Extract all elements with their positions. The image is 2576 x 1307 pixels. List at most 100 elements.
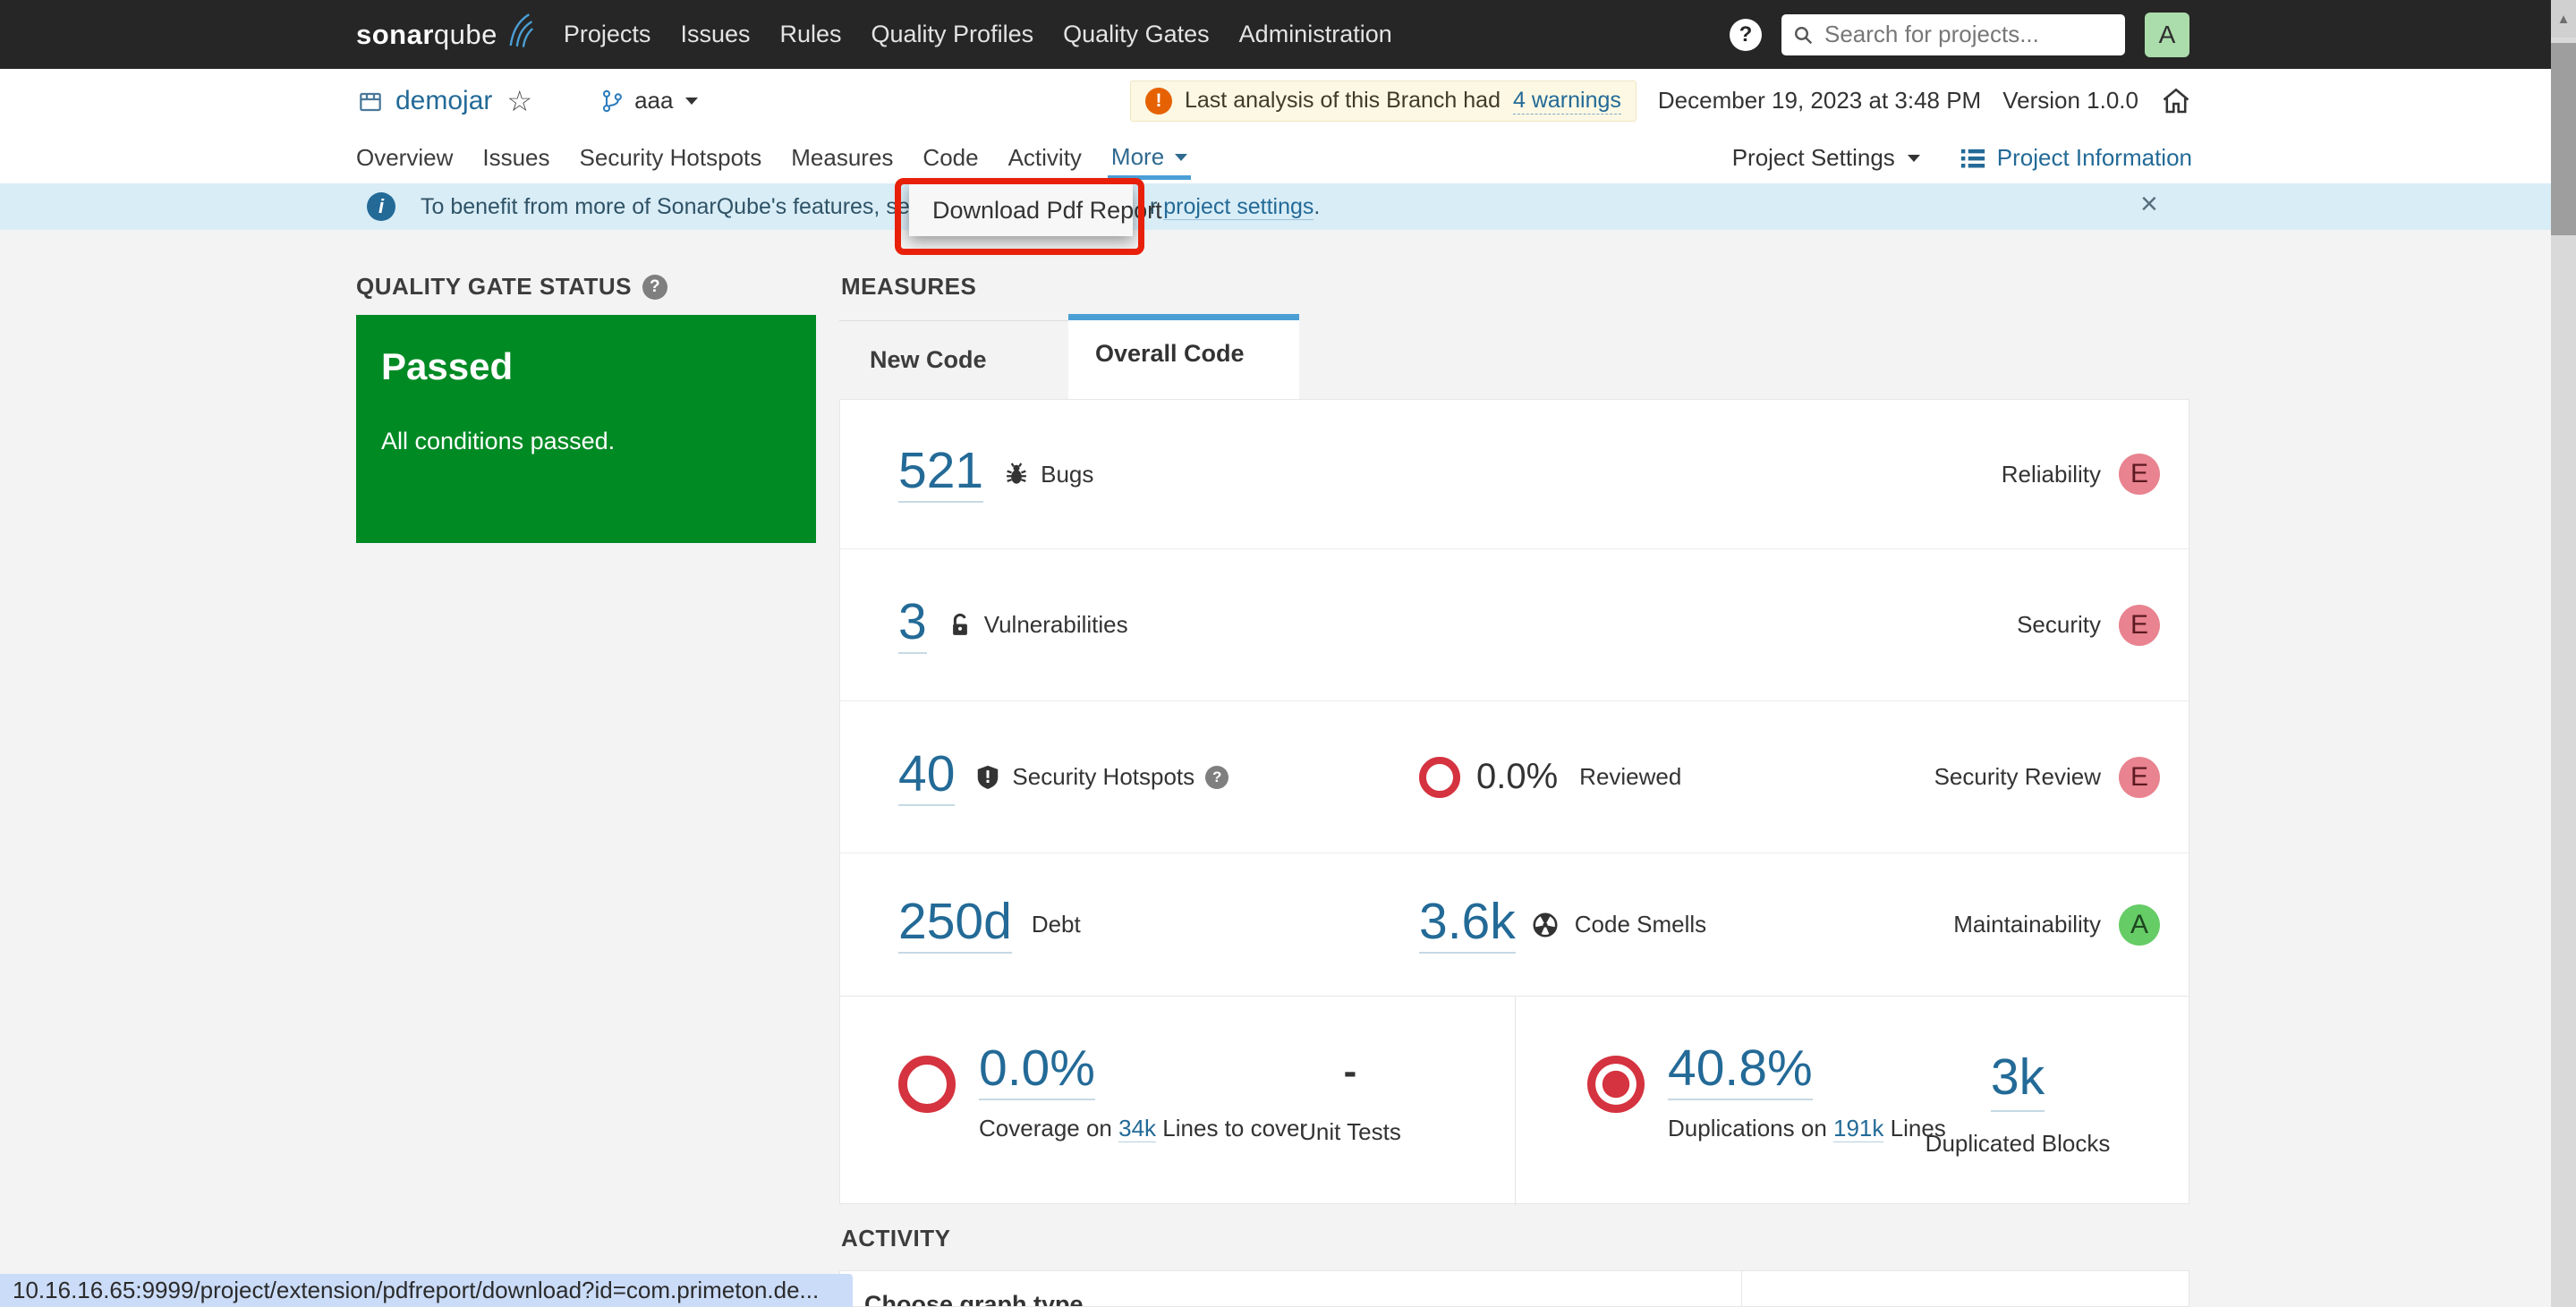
maintainability-row: 250d Debt 3.6k Code Smells Maintainabili… xyxy=(840,853,2189,996)
project-name-link[interactable]: demojar xyxy=(395,86,492,116)
hotspots-label: Security Hotspots xyxy=(1012,763,1195,790)
measures-heading: MEASURES xyxy=(841,273,976,301)
favorite-star-icon[interactable]: ☆ xyxy=(506,87,532,115)
scrollbar-up-button[interactable]: ▲ xyxy=(2551,0,2576,38)
graph-type-label: Choose graph type xyxy=(864,1291,1084,1307)
code-smells-count-link[interactable]: 3.6k xyxy=(1419,895,1516,954)
project-icon xyxy=(356,87,385,115)
tab-code[interactable]: Code xyxy=(922,144,978,172)
tab-overview[interactable]: Overview xyxy=(356,144,453,172)
duplications-caption-before: Duplications on xyxy=(1668,1115,1827,1142)
banner-text-end: r project settings. xyxy=(1150,194,1320,220)
duplications-value-link[interactable]: 40.8% xyxy=(1668,1043,1813,1100)
measures-card: 521 Bugs Reliability E 3 Vulnerabilities… xyxy=(839,399,2189,1206)
vulnerabilities-count-link[interactable]: 3 xyxy=(898,596,927,654)
nav-issues[interactable]: Issues xyxy=(680,21,750,48)
duplication-lines-link[interactable]: 191k xyxy=(1833,1115,1884,1142)
link-preview-statusbar: 10.16.16.65:9999/project/extension/pdfre… xyxy=(0,1274,853,1307)
vulnerabilities-label: Vulnerabilities xyxy=(983,611,1128,638)
bugs-count-link[interactable]: 521 xyxy=(898,446,984,503)
nav-rules[interactable]: Rules xyxy=(779,21,841,48)
tab-measures[interactable]: Measures xyxy=(791,144,893,172)
maintainability-rating-badge[interactable]: A xyxy=(2119,904,2160,946)
reliability-rating-group: Reliability E xyxy=(2002,454,2160,495)
search-icon xyxy=(1792,24,1814,46)
tab-overall-code[interactable]: Overall Code xyxy=(1068,314,1299,399)
tab-activity[interactable]: Activity xyxy=(1008,144,1082,172)
maintainability-label: Maintainability xyxy=(1953,911,2101,938)
branch-name: aaa xyxy=(634,87,674,114)
home-icon[interactable] xyxy=(2160,85,2192,117)
more-dropdown-menu: Download Pdf Report xyxy=(909,184,1162,236)
page-scrollbar[interactable]: ▲ xyxy=(2551,0,2576,1307)
help-icon[interactable]: ? xyxy=(1730,18,1762,51)
maintainability-rating-group: Maintainability A xyxy=(1953,904,2160,946)
banner-close-icon[interactable]: × xyxy=(2140,189,2158,219)
search-box[interactable] xyxy=(1781,13,2125,55)
open-lock-icon xyxy=(947,612,973,639)
project-version: Version 1.0.0 xyxy=(2002,87,2138,114)
quality-gate-heading: QUALITY GATE STATUS ? xyxy=(356,273,668,301)
branch-icon xyxy=(600,88,625,115)
debt-value-link[interactable]: 250d xyxy=(898,895,1012,954)
main-nav: Projects Issues Rules Quality Profiles Q… xyxy=(564,21,1392,48)
reviewed-value: 0.0% xyxy=(1476,757,1559,796)
reliability-label: Reliability xyxy=(2001,460,2101,488)
warning-icon: ! xyxy=(1145,87,1172,115)
vulnerabilities-row: 3 Vulnerabilities Security E xyxy=(840,548,2189,700)
tab-more-label: More xyxy=(1110,143,1165,170)
bugs-label: Bugs xyxy=(1041,460,1094,488)
hotspots-label-group: Security Hotspots ? xyxy=(974,763,1229,791)
logo-text-qube: qube xyxy=(433,18,497,50)
top-navbar: sonar qube Projects Issues Rules Quality … xyxy=(0,0,2576,69)
nav-quality-gates[interactable]: Quality Gates xyxy=(1063,21,1210,48)
project-settings-label: Project Settings xyxy=(1731,144,1895,171)
debt-label: Debt xyxy=(1031,911,1081,938)
topnav-right: ? A xyxy=(1730,12,2189,57)
unit-tests-value: - xyxy=(1343,1049,1357,1093)
quality-gate-help-icon[interactable]: ? xyxy=(642,274,668,300)
quality-gate-status-panel: Passed All conditions passed. xyxy=(356,315,816,543)
project-settings-menu[interactable]: Project Settings xyxy=(1732,144,1920,172)
activity-divider xyxy=(1741,1271,1742,1306)
quality-gate-status: Passed xyxy=(381,345,514,387)
sonarqube-logo[interactable]: sonar qube xyxy=(356,10,533,60)
security-review-rating-badge[interactable]: E xyxy=(2119,756,2160,798)
info-icon: i xyxy=(367,192,395,221)
nav-administration[interactable]: Administration xyxy=(1239,21,1392,48)
list-icon xyxy=(1960,145,1986,172)
quality-gate-heading-label: QUALITY GATE STATUS xyxy=(356,273,633,300)
duplications-icon xyxy=(1587,1056,1645,1113)
hotspots-help-icon[interactable]: ? xyxy=(1205,765,1229,789)
branch-selector[interactable]: aaa xyxy=(600,87,699,115)
lines-to-cover-link[interactable]: 34k xyxy=(1118,1115,1157,1142)
devops-info-banner: i To benefit from more of SonarQube's fe… xyxy=(0,183,2551,230)
tab-issues[interactable]: Issues xyxy=(482,144,549,172)
scrollbar-thumb[interactable] xyxy=(2551,43,2576,235)
activity-heading-label: ACTIVITY xyxy=(841,1225,951,1252)
header-right: ! Last analysis of this Branch had 4 war… xyxy=(1130,80,2192,122)
tab-more[interactable]: More xyxy=(1107,143,1192,180)
download-pdf-report-item[interactable]: Download Pdf Report xyxy=(909,197,1162,225)
nav-projects[interactable]: Projects xyxy=(564,21,651,48)
project-settings-link[interactable]: project settings xyxy=(1163,194,1314,220)
hotspots-count-link[interactable]: 40 xyxy=(898,748,956,806)
tab-new-code[interactable]: New Code xyxy=(839,320,1068,399)
project-header: demojar ☆ aaa ! Last analysis of this Br… xyxy=(0,69,2576,183)
coverage-value-link[interactable]: 0.0% xyxy=(979,1043,1095,1100)
security-rating-group: Security E xyxy=(2017,604,2160,646)
bugs-row: 521 Bugs Reliability E xyxy=(840,400,2189,548)
search-input[interactable] xyxy=(1823,20,2114,49)
user-avatar[interactable]: A xyxy=(2145,12,2189,57)
security-review-label: Security Review xyxy=(1934,763,2101,790)
nav-quality-profiles[interactable]: Quality Profiles xyxy=(871,21,1034,48)
security-rating-badge[interactable]: E xyxy=(2119,604,2160,646)
reliability-rating-badge[interactable]: E xyxy=(2119,454,2160,495)
shield-icon xyxy=(974,764,1001,791)
tab-security-hotspots[interactable]: Security Hotspots xyxy=(580,144,762,172)
duplicated-blocks-block: 3k Duplicated Blocks xyxy=(1883,1048,2152,1158)
project-information-button[interactable]: Project Information xyxy=(1960,144,2192,172)
coverage-ring-icon xyxy=(898,1056,956,1113)
warnings-link[interactable]: 4 warnings xyxy=(1512,88,1621,115)
duplicated-blocks-link[interactable]: 3k xyxy=(1990,1048,2045,1112)
